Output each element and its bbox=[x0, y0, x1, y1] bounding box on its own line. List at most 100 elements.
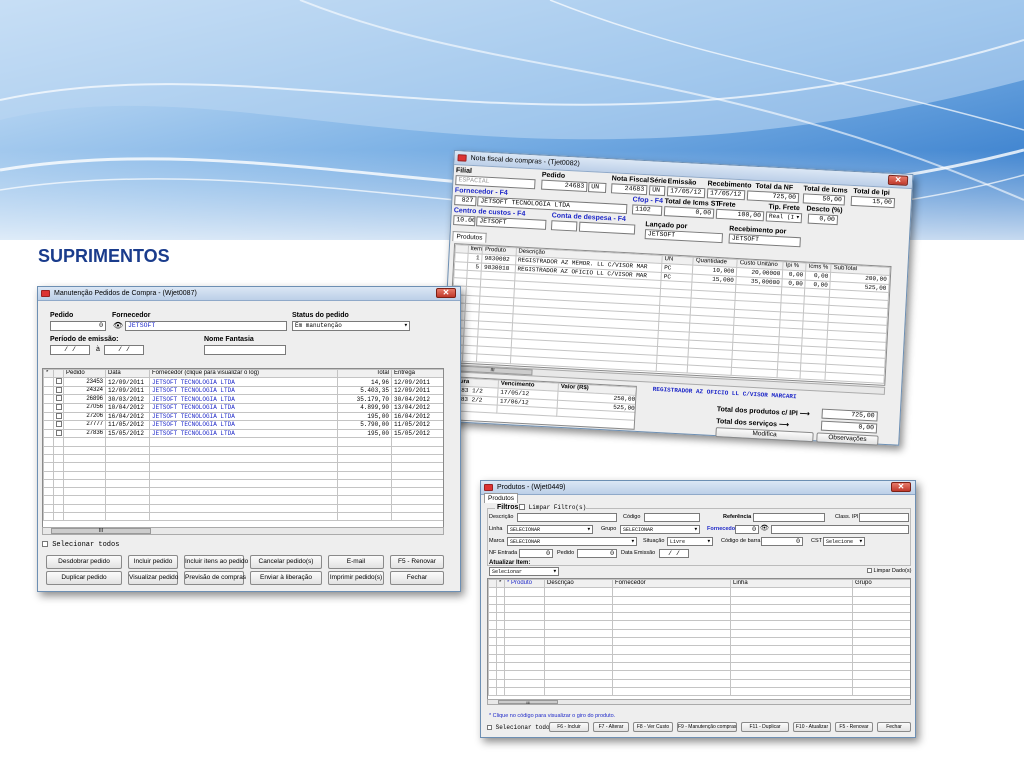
column-header[interactable]: * Produto bbox=[504, 579, 545, 589]
total-produtos-field[interactable]: 725,00 bbox=[821, 408, 878, 422]
row-checkbox-cell[interactable] bbox=[53, 487, 64, 497]
table-row[interactable] bbox=[488, 686, 910, 697]
checkbox-icon[interactable] bbox=[56, 421, 62, 428]
descricao-field[interactable] bbox=[517, 513, 617, 522]
codigo-field[interactable] bbox=[644, 513, 700, 522]
conta-name[interactable] bbox=[578, 221, 636, 235]
checkbox-icon[interactable] bbox=[56, 387, 62, 393]
nf-entrada-field[interactable]: 0 bbox=[519, 549, 553, 558]
row-checkbox-cell[interactable] bbox=[53, 385, 64, 396]
cst-select[interactable]: Selecione bbox=[823, 537, 865, 546]
lancado-field[interactable]: JETSOFT bbox=[644, 229, 724, 244]
checkbox-icon[interactable] bbox=[56, 404, 62, 411]
checkbox-icon[interactable] bbox=[519, 504, 525, 511]
pedido-field[interactable]: 0 bbox=[577, 549, 617, 558]
nota-field[interactable]: 24683 bbox=[610, 183, 648, 196]
action-button[interactable]: F5 - Renovar bbox=[835, 722, 873, 732]
icms-st-field[interactable]: 0,00 bbox=[663, 206, 715, 219]
fornecedor-field[interactable]: 0 bbox=[735, 525, 759, 534]
row-checkbox-cell[interactable] bbox=[53, 462, 64, 472]
action-button[interactable]: Enviar à liberação bbox=[250, 571, 322, 585]
table-row[interactable]: 27836 15/05/2012 JETSOFT TECNOLOGIA LTDA 19… bbox=[43, 428, 443, 439]
marca-select[interactable]: SELECIONAR bbox=[507, 537, 637, 546]
fornecedor-field[interactable]: JETSOFT bbox=[125, 321, 287, 331]
table-row[interactable] bbox=[488, 595, 910, 605]
table-row[interactable] bbox=[488, 620, 910, 630]
select-all-checkbox[interactable]: Selecionar todos bbox=[42, 541, 119, 549]
column-header[interactable]: Descrição bbox=[544, 579, 613, 589]
fantasia-field[interactable] bbox=[204, 345, 286, 355]
row-checkbox-cell[interactable] bbox=[53, 478, 64, 489]
table-row[interactable] bbox=[43, 487, 443, 497]
action-button[interactable]: Visualizar pedido bbox=[128, 571, 178, 585]
limpar-dados-checkbox[interactable]: Limpar Dado(s) bbox=[867, 568, 911, 574]
table-row[interactable] bbox=[488, 612, 910, 622]
table-cell[interactable]: JETSOFT TECNOLOGIA LTDA bbox=[149, 411, 338, 422]
serie-field[interactable]: UN bbox=[648, 185, 666, 197]
table-cell[interactable] bbox=[149, 478, 338, 489]
table-cell[interactable]: JETSOFT TECNOLOGIA LTDA bbox=[149, 377, 338, 387]
row-checkbox-cell[interactable] bbox=[53, 503, 64, 514]
table-cell[interactable] bbox=[149, 495, 338, 505]
column-header[interactable] bbox=[488, 579, 497, 589]
table-row[interactable] bbox=[488, 637, 910, 647]
scroll-thumb[interactable]: III bbox=[51, 528, 151, 534]
close-button[interactable]: ✕ bbox=[891, 482, 911, 492]
horizontal-scrollbar[interactable]: III bbox=[42, 527, 444, 535]
action-button[interactable]: Fechar bbox=[877, 722, 911, 732]
action-button[interactable]: Incluir itens ao pedido bbox=[184, 555, 248, 569]
column-header[interactable]: Fornecedor (clique para visualizar o log… bbox=[149, 369, 338, 379]
linha-select[interactable]: SELECIONAR bbox=[507, 525, 593, 534]
action-button[interactable]: Fechar bbox=[390, 571, 444, 585]
table-row[interactable]: 27206 16/04/2012 JETSOFT TECNOLOGIA LTDA 19… bbox=[43, 411, 443, 422]
table-row[interactable] bbox=[43, 470, 443, 480]
action-button[interactable]: Desdobrar pedido bbox=[46, 555, 122, 569]
table-row[interactable] bbox=[43, 511, 443, 522]
table-row[interactable] bbox=[43, 437, 443, 447]
action-button[interactable]: F6 - Incluir bbox=[549, 722, 589, 732]
binoculars-icon[interactable]: 👁 bbox=[760, 524, 769, 532]
pedido-field[interactable]: 0 bbox=[50, 321, 106, 331]
table-cell[interactable]: JETSOFT TECNOLOGIA LTDA bbox=[149, 420, 338, 430]
tip-frete-select[interactable]: Real (I bbox=[765, 211, 803, 224]
checkbox-icon[interactable] bbox=[42, 541, 48, 548]
row-checkbox-cell[interactable] bbox=[53, 420, 64, 430]
row-checkbox-cell[interactable] bbox=[53, 453, 64, 464]
checkbox-icon[interactable] bbox=[56, 430, 62, 436]
table-row[interactable]: 24324 12/09/2011 JETSOFT TECNOLOGIA LTDA 5.… bbox=[43, 385, 443, 396]
row-checkbox-cell[interactable] bbox=[53, 428, 64, 439]
row-checkbox-cell[interactable] bbox=[53, 445, 64, 455]
row-checkbox-cell[interactable] bbox=[53, 377, 64, 387]
checkbox-icon[interactable] bbox=[56, 413, 62, 419]
centro-name[interactable]: JETSOFT bbox=[476, 216, 547, 230]
table-row[interactable] bbox=[488, 661, 910, 672]
row-checkbox-cell[interactable] bbox=[53, 411, 64, 422]
action-button[interactable]: Incluir pedido bbox=[128, 555, 178, 569]
close-button[interactable]: ✕ bbox=[436, 288, 456, 298]
class-ipi-field[interactable] bbox=[859, 513, 909, 522]
table-cell[interactable] bbox=[149, 470, 338, 480]
checkbox-icon[interactable] bbox=[487, 724, 492, 730]
tab-produtos[interactable]: Produtos bbox=[452, 231, 487, 243]
table-row[interactable] bbox=[488, 628, 910, 639]
table-row[interactable] bbox=[488, 678, 910, 688]
fornecedor-name[interactable] bbox=[771, 525, 909, 534]
table-cell[interactable] bbox=[149, 437, 338, 447]
table-row[interactable] bbox=[488, 603, 910, 614]
recebimento-field[interactable]: 17/05/12 bbox=[706, 188, 746, 201]
checkbox-icon[interactable] bbox=[56, 395, 62, 402]
column-header[interactable]: * bbox=[496, 579, 505, 589]
action-button[interactable]: F5 - Renovar bbox=[390, 555, 444, 569]
close-button[interactable]: ✕ bbox=[887, 174, 909, 186]
table-cell[interactable] bbox=[149, 453, 338, 464]
column-header[interactable]: Fornecedor bbox=[612, 579, 731, 589]
table-cell[interactable]: JETSOFT TECNOLOGIA LTDA bbox=[149, 385, 338, 396]
row-checkbox-cell[interactable] bbox=[53, 403, 64, 413]
fornecedor-label[interactable]: Fornecedor bbox=[707, 526, 737, 532]
column-header[interactable]: Data bbox=[105, 369, 150, 379]
action-button[interactable]: F8 - Ver Custo bbox=[633, 722, 673, 732]
table-cell[interactable]: JETSOFT TECNOLOGIA LTDA bbox=[149, 403, 338, 413]
table-cell[interactable] bbox=[149, 503, 338, 514]
total-icms-field[interactable]: 50,00 bbox=[802, 193, 846, 206]
action-button[interactable]: F11 - Duplicar bbox=[741, 722, 789, 732]
